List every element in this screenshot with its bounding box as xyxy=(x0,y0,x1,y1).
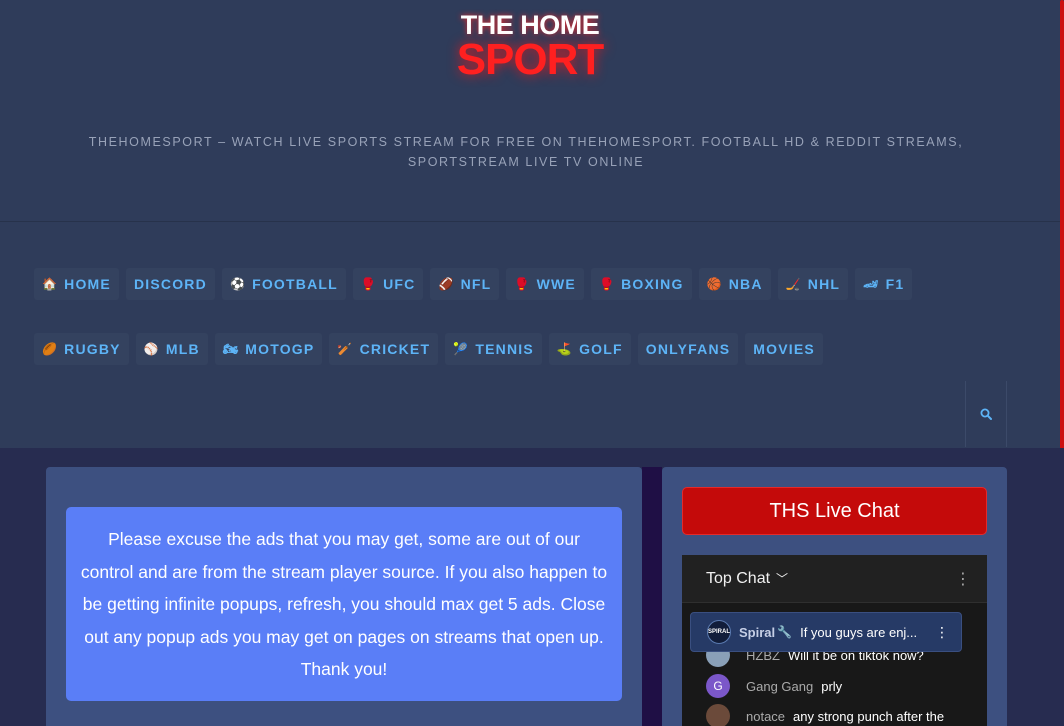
nav-item-golf[interactable]: ⛳ GOLF xyxy=(548,333,631,365)
nav-label: UFC xyxy=(383,276,416,292)
nav-item-rugby[interactable]: 🏉 RUGBY xyxy=(34,333,129,365)
chat-author[interactable]: Gang Gang xyxy=(746,679,813,694)
motorcycle-icon: 🏍 xyxy=(222,342,240,356)
chat-mode-selector[interactable]: Top Chat xyxy=(706,570,770,588)
nav-row-1: 🏠 HOME DISCORD ⚽ FOOTBALL 🥊 UFC 🏈 NFL 🥊 WWE 🥊… xyxy=(34,268,913,300)
chat-header: Top Chat ﹀ ⋮ xyxy=(682,555,987,603)
avatar xyxy=(706,704,730,726)
nav-item-nba[interactable]: 🏀 NBA xyxy=(698,268,771,300)
basketball-icon: 🏀 xyxy=(706,277,723,291)
site-header: THE HOME SPORT THEHOMESPORT – WATCH LIVE… xyxy=(0,0,1064,222)
boxing-glove-icon: 🥊 xyxy=(360,277,378,291)
nav-label: TENNIS xyxy=(475,341,534,357)
nav-label: WWE xyxy=(536,276,576,292)
logo-line-2: SPORT xyxy=(456,35,605,84)
hockey-stick-icon: 🏒 xyxy=(785,277,802,291)
chat-message: G Gang Gang prly xyxy=(706,674,842,698)
wrench-icon: 🔧 xyxy=(777,625,793,639)
nav-item-motogp[interactable]: 🏍 MOTOGP xyxy=(214,333,323,365)
chat-embed: Top Chat ﹀ ⋮ SPIRAL Spiral 🔧 If you guys… xyxy=(682,555,987,726)
nav-item-nfl[interactable]: 🏈 NFL xyxy=(430,268,500,300)
search-icon xyxy=(980,408,992,420)
nav-label: DISCORD xyxy=(133,276,207,292)
nav-row-2: 🏉 RUGBY ⚾ MLB 🏍 MOTOGP 🏏 CRICKET 🎾 TENNIS ⛳ GO… xyxy=(34,333,823,365)
chat-text: any strong punch after the xyxy=(793,708,945,724)
nav-label: NBA xyxy=(728,276,763,292)
nav-label: GOLF xyxy=(579,341,623,357)
nav-item-discord[interactable]: DISCORD xyxy=(125,268,215,300)
nav-label: MOTOGP xyxy=(245,341,315,357)
soccer-ball-icon: ⚽ xyxy=(229,277,247,291)
nav-item-nhl[interactable]: 🏒 NHL xyxy=(777,268,849,300)
avatar: SPIRAL xyxy=(707,620,731,644)
nav-label: NFL xyxy=(460,276,492,292)
nav-item-boxing[interactable]: 🥊 BOXING xyxy=(590,268,692,300)
nav-item-onlyfans[interactable]: ONLYFANS xyxy=(637,333,739,365)
scrollbar-accent[interactable] xyxy=(1060,0,1064,472)
chat-card: THS Live Chat Top Chat ﹀ ⋮ SPIRAL Spiral… xyxy=(662,467,1007,726)
nav-label: HOME xyxy=(64,276,111,292)
pinned-text: If you guys are enj... xyxy=(800,624,917,640)
ads-notice: Please excuse the ads that you may get, … xyxy=(66,507,622,701)
main-navigation: 🏠 HOME DISCORD ⚽ FOOTBALL 🥊 UFC 🏈 NFL 🥊 WWE 🥊… xyxy=(0,222,1064,448)
chevron-down-icon[interactable]: ﹀ xyxy=(776,570,788,587)
chat-author[interactable]: notace xyxy=(746,709,785,724)
notice-card: Please excuse the ads that you may get, … xyxy=(46,467,642,726)
nav-label: BOXING xyxy=(621,276,684,292)
nav-item-f1[interactable]: 🏎 F1 xyxy=(855,268,913,300)
pinned-message[interactable]: SPIRAL Spiral 🔧 If you guys are enj... ⋮ xyxy=(690,612,962,652)
nav-item-movies[interactable]: MOVIES xyxy=(745,333,823,365)
rugby-ball-icon: 🏉 xyxy=(42,342,59,356)
live-chat-button[interactable]: THS Live Chat xyxy=(682,487,987,535)
nav-label: MOVIES xyxy=(753,341,815,357)
more-options-icon[interactable]: ⋮ xyxy=(955,569,971,589)
tennis-racket-icon: 🎾 xyxy=(453,342,470,356)
american-football-icon: 🏈 xyxy=(438,277,455,291)
nav-label: CRICKET xyxy=(359,341,431,357)
stream-divider xyxy=(642,467,662,726)
race-car-icon: 🏎 xyxy=(863,277,880,291)
nav-label: ONLYFANS xyxy=(645,341,731,357)
more-options-icon[interactable]: ⋮ xyxy=(935,624,949,641)
nav-label: MLB xyxy=(165,341,200,357)
search-button[interactable] xyxy=(965,381,1007,447)
pinned-author: Spiral xyxy=(739,624,776,640)
nav-label: FOOTBALL xyxy=(252,276,338,292)
cricket-icon: 🏏 xyxy=(337,342,354,356)
nav-label: NHL xyxy=(807,276,841,292)
nav-label: F1 xyxy=(885,276,905,292)
chat-message: notace any strong punch after the xyxy=(706,704,944,726)
nav-item-tennis[interactable]: 🎾 TENNIS xyxy=(445,333,542,365)
site-tagline: THEHOMESPORT – WATCH LIVE SPORTS STREAM … xyxy=(88,135,964,169)
chat-text: prly xyxy=(821,678,843,694)
nav-item-mlb[interactable]: ⚾ MLB xyxy=(135,333,208,365)
house-icon: 🏠 xyxy=(42,277,59,291)
nav-item-cricket[interactable]: 🏏 CRICKET xyxy=(329,333,439,365)
baseball-icon: ⚾ xyxy=(143,342,160,356)
avatar: G xyxy=(706,674,730,698)
nav-label: RUGBY xyxy=(64,341,121,357)
boxing-glove-icon: 🥊 xyxy=(514,277,531,291)
nav-item-home[interactable]: 🏠 HOME xyxy=(34,268,119,300)
site-logo[interactable]: THE HOME SPORT xyxy=(440,10,620,86)
nav-item-football[interactable]: ⚽ FOOTBALL xyxy=(221,268,346,300)
boxing-glove-icon: 🥊 xyxy=(598,277,616,291)
nav-item-wwe[interactable]: 🥊 WWE xyxy=(506,268,584,300)
golf-flag-icon: ⛳ xyxy=(556,342,574,356)
nav-item-ufc[interactable]: 🥊 UFC xyxy=(352,268,424,300)
